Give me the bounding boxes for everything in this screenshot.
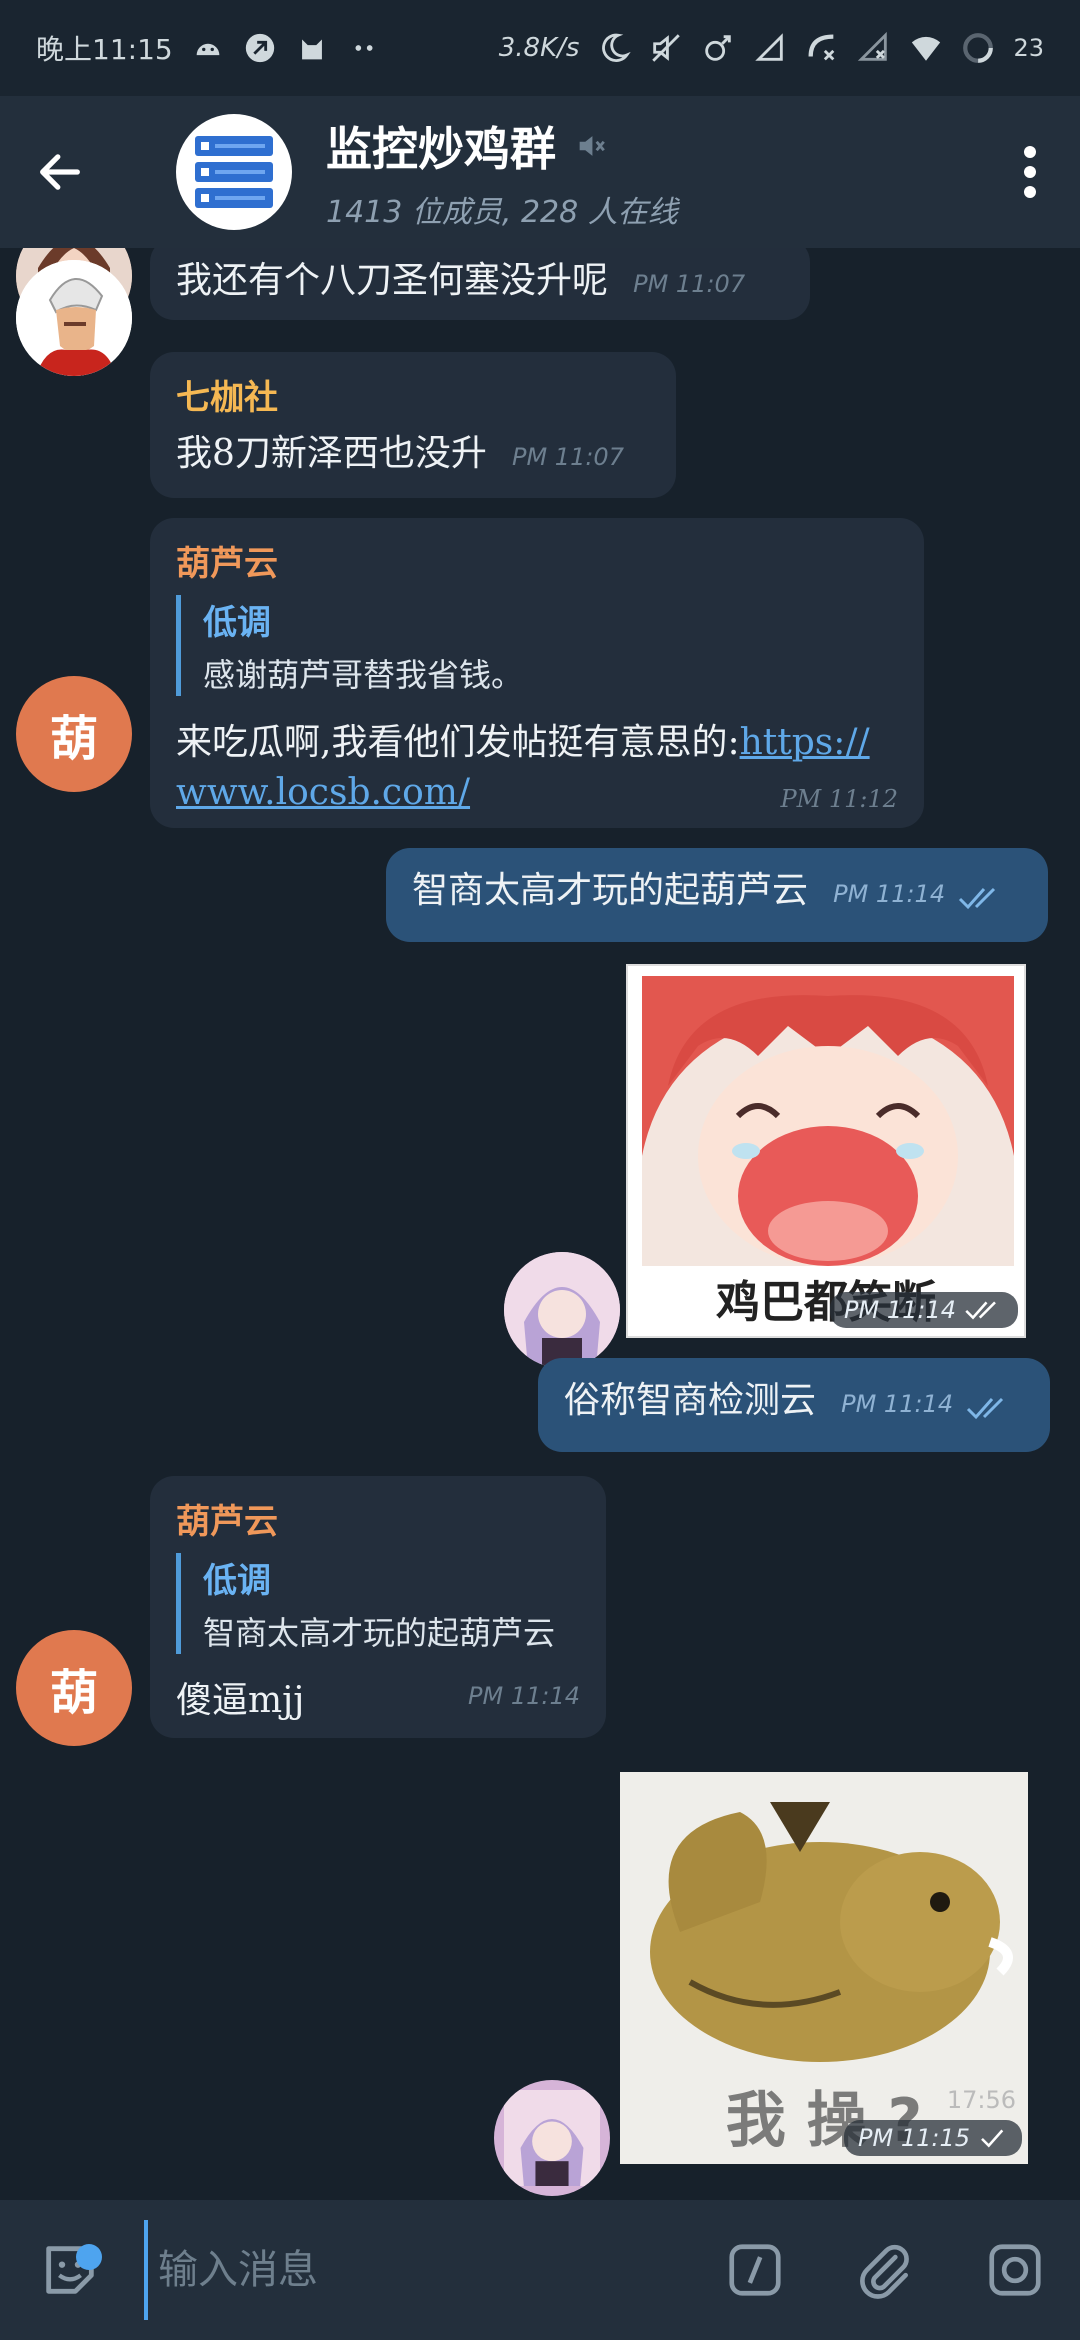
chat-header: 监控炒鸡群 1413 位成员, 228 人在线 bbox=[0, 96, 1080, 248]
sticker-image[interactable]: 鸡巴都笑断 PM 11:14 bbox=[626, 964, 1026, 1338]
more-notifications-icon bbox=[347, 31, 381, 65]
reply-text: 智商太高才玩的起葫芦云 bbox=[203, 1614, 556, 1652]
message-text: 来吃瓜啊,我看他们发帖挺有意思的: bbox=[176, 722, 740, 763]
message-time: PM 11:14 bbox=[468, 1682, 580, 1710]
message-input-bar bbox=[0, 2200, 1080, 2340]
message-time: PM 11:14 bbox=[841, 1390, 954, 1418]
avatar[interactable] bbox=[504, 1252, 620, 1368]
battery-level: 23 bbox=[1013, 34, 1044, 62]
sender-name[interactable]: 葫芦云 bbox=[176, 1494, 580, 1543]
moon-icon bbox=[597, 31, 632, 65]
no-signal-icon bbox=[857, 31, 891, 65]
mute-icon bbox=[649, 31, 683, 65]
camera-icon bbox=[989, 2244, 1041, 2296]
wifi-icon bbox=[909, 31, 943, 65]
more-options-button[interactable] bbox=[980, 96, 1080, 248]
avatar[interactable] bbox=[16, 260, 132, 376]
message-time: PM 11:14 bbox=[833, 880, 946, 908]
sticker-watermark: 17:56 bbox=[946, 2086, 1016, 2114]
double-check-icon bbox=[959, 887, 996, 909]
back-button[interactable] bbox=[0, 96, 120, 248]
arrow-left-icon bbox=[40, 154, 80, 190]
cat-app-icon bbox=[295, 31, 329, 65]
no-call-icon bbox=[805, 31, 839, 65]
android-icon bbox=[191, 31, 225, 65]
avatar-letter: 葫 bbox=[49, 1665, 98, 1721]
sticker-time-badge: PM 11:15 bbox=[844, 2120, 1022, 2156]
message-bubble[interactable]: 七枷社 我8刀新泽西也没升 PM 11:07 bbox=[150, 352, 676, 498]
alarm-icon bbox=[701, 31, 735, 65]
message-bubble[interactable]: 我还有个八刀圣何塞没升呢 PM 11:07 bbox=[150, 248, 810, 320]
message-text: 我8刀新泽西也没升 bbox=[176, 433, 487, 474]
sender-name[interactable]: 葫芦云 bbox=[176, 536, 898, 585]
reply-preview[interactable]: 低调 感谢葫芦哥替我省钱。 bbox=[176, 595, 898, 696]
avatar-letter: 葫 bbox=[49, 711, 98, 767]
member-count: 1413 位成员, 228 人在线 bbox=[326, 195, 678, 230]
message-time: PM 11:14 bbox=[844, 1296, 956, 1324]
message-text: 俗称智商检测云 bbox=[564, 1380, 817, 1421]
app-notification-icon bbox=[243, 31, 277, 65]
status-bar: 晚上11:15 3.8K/s 23 bbox=[0, 0, 1080, 96]
avatar[interactable]: 葫 bbox=[16, 676, 132, 792]
reply-text: 感谢葫芦哥替我省钱。 bbox=[203, 656, 524, 694]
sticker-time-badge: PM 11:14 bbox=[830, 1292, 1018, 1328]
message-input[interactable] bbox=[144, 2220, 690, 2320]
hd-signal-icon bbox=[753, 31, 787, 65]
anime-laughing-image bbox=[642, 976, 1014, 1266]
message-text: 傻逼mjj bbox=[176, 1680, 305, 1721]
message-text: 我还有个八刀圣何塞没升呢 bbox=[176, 260, 609, 301]
message-time: PM 11:12 bbox=[780, 785, 898, 813]
reply-preview[interactable]: 低调 智商太高才玩的起葫芦云 bbox=[176, 1553, 580, 1654]
message-bubble-outgoing[interactable]: 俗称智商检测云 PM 11:14 bbox=[538, 1358, 1050, 1452]
message-bubble-outgoing[interactable]: 智商太高才玩的起葫芦云 PM 11:14 bbox=[386, 848, 1048, 942]
chat-info[interactable]: 监控炒鸡群 1413 位成员, 228 人在线 bbox=[326, 113, 980, 231]
attach-button[interactable] bbox=[820, 2200, 950, 2340]
message-time: PM 11:15 bbox=[858, 2124, 970, 2152]
avatar[interactable]: 葫 bbox=[16, 1630, 132, 1746]
message-bubble[interactable]: 葫芦云 低调 感谢葫芦哥替我省钱。 来吃瓜啊,我看他们发帖挺有意思的:https… bbox=[150, 518, 924, 828]
paperclip-icon bbox=[860, 2244, 909, 2299]
message-bubble[interactable]: 葫芦云 低调 智商太高才玩的起葫芦云 傻逼mjj PM 11:14 bbox=[150, 1476, 606, 1738]
bot-command-button[interactable] bbox=[690, 2200, 820, 2340]
reply-sender: 低调 bbox=[203, 1561, 271, 1601]
message-text: 智商太高才玩的起葫芦云 bbox=[412, 870, 809, 911]
camera-button[interactable] bbox=[950, 2200, 1080, 2340]
server-rack-icon bbox=[195, 136, 273, 208]
more-vertical-icon bbox=[1024, 146, 1036, 198]
single-check-icon bbox=[981, 2129, 1004, 2148]
status-time: 晚上11:15 bbox=[36, 33, 173, 66]
message-time: PM 11:07 bbox=[633, 270, 746, 298]
message-time: PM 11:07 bbox=[512, 443, 624, 471]
sender-name[interactable]: 七枷社 bbox=[176, 370, 650, 419]
slash-command-icon bbox=[729, 2244, 781, 2296]
double-check-icon bbox=[967, 1397, 1004, 1419]
battery-ring-icon bbox=[961, 31, 995, 65]
reply-sender: 低调 bbox=[203, 603, 271, 643]
sticker-image[interactable]: 我 操 ? 17:56 PM 11:15 bbox=[620, 1772, 1028, 2164]
notification-dot bbox=[76, 2244, 102, 2270]
chat-title: 监控炒鸡群 bbox=[326, 122, 556, 176]
network-speed: 3.8K/s bbox=[498, 33, 580, 63]
double-check-icon bbox=[965, 1301, 996, 1320]
avatar[interactable] bbox=[494, 2080, 610, 2196]
group-avatar[interactable] bbox=[176, 114, 292, 230]
sticker-button[interactable] bbox=[0, 2200, 140, 2340]
muted-icon bbox=[579, 136, 605, 156]
message-list[interactable]: 我还有个八刀圣何塞没升呢 PM 11:07 七枷社 我8刀新泽西也没升 PM 1… bbox=[0, 248, 1080, 2200]
